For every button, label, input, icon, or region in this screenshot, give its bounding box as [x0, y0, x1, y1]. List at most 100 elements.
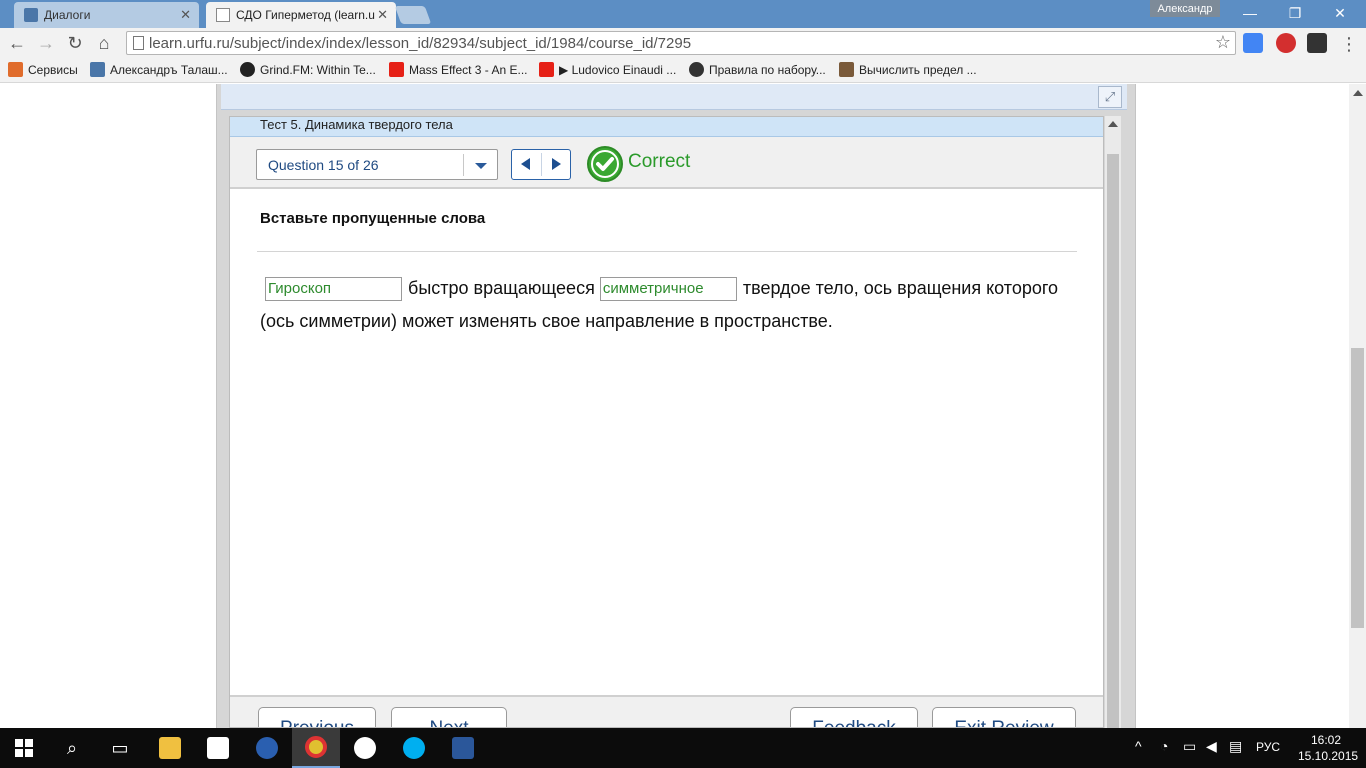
scrollbar-thumb[interactable]	[1351, 348, 1364, 628]
restore-icon[interactable]: ❐	[1275, 2, 1315, 24]
chrome-icon[interactable]	[292, 728, 340, 768]
chevron-up-icon[interactable]: ^	[1135, 738, 1142, 754]
feedback-button[interactable]: Feedback	[790, 707, 918, 727]
question-body: Гироскоп быстро вращающееся симметричное…	[260, 272, 1060, 338]
chevron-down-icon[interactable]	[475, 163, 487, 169]
fullscreen-icon[interactable]: ⤢	[1098, 86, 1122, 108]
next-button[interactable]: Next	[391, 707, 507, 727]
player-scrollbar[interactable]	[1105, 116, 1121, 728]
page-icon	[133, 36, 144, 50]
window-scrollbar[interactable]	[1349, 84, 1366, 728]
answer-field-2[interactable]: симметричное	[599, 277, 737, 301]
close-icon[interactable]: ✕	[180, 7, 191, 23]
paw-icon	[240, 62, 255, 77]
quiz-title-bar: Тест 5. Динамика твердого тела	[230, 117, 1103, 137]
menu-icon[interactable]: ⋮	[1338, 33, 1360, 55]
scrollbar-thumb[interactable]	[1107, 154, 1119, 728]
notifications-icon[interactable]: ▤	[1229, 738, 1242, 755]
bookmark-einaudi[interactable]: ▶ Ludovico Einaudi ...	[539, 62, 676, 77]
bookmark-star-icon[interactable]: ☆	[1215, 32, 1231, 53]
divider	[463, 154, 464, 176]
quiz-player: Тест 5. Динамика твердого тела Question …	[229, 116, 1104, 728]
exit-review-button[interactable]: Exit Review	[932, 707, 1076, 727]
close-icon[interactable]: ✕	[377, 7, 388, 23]
vk-icon	[90, 62, 105, 77]
globe-icon	[689, 62, 704, 77]
forward-icon[interactable]: →	[35, 32, 57, 54]
translate-icon[interactable]	[1243, 33, 1263, 53]
home-icon[interactable]: ⌂	[93, 32, 115, 54]
bookmark-rules[interactable]: Правила по набору...	[689, 62, 826, 77]
prev-question-button[interactable]	[512, 150, 541, 179]
tab-sdo[interactable]: СДО Гиперметод (learn.u ✕	[206, 2, 396, 28]
new-tab-button[interactable]	[394, 6, 432, 24]
bookmark-limit[interactable]: Вычислить предел ...	[839, 62, 977, 77]
vk-icon	[24, 8, 38, 22]
checkmark-icon	[587, 146, 623, 182]
bookmark-label: Александръ Талаш...	[110, 62, 228, 77]
minimize-icon[interactable]: —	[1230, 2, 1270, 24]
wifi-icon[interactable]: ◔	[1160, 738, 1168, 754]
adblock-icon[interactable]	[1276, 33, 1296, 53]
bookmark-label: Вычислить предел ...	[859, 62, 977, 77]
apps-icon	[8, 62, 23, 77]
search-icon[interactable]: ⌕	[48, 728, 96, 768]
scroll-up-icon[interactable]	[1353, 90, 1363, 96]
volume-icon[interactable]: ◀	[1206, 738, 1217, 755]
tab-title: Диалоги	[44, 8, 91, 22]
answer-field-1[interactable]: Гироскоп	[265, 277, 402, 301]
quiz-footer: Previous Next Feedback Exit Review	[230, 695, 1103, 727]
bookmark-mass-effect[interactable]: Mass Effect 3 - An E...	[389, 62, 528, 77]
battery-icon[interactable]: ▭	[1183, 738, 1196, 755]
quiz-title: Тест 5. Динамика твердого тела	[260, 117, 453, 132]
scroll-up-icon[interactable]	[1108, 121, 1118, 127]
bookmark-label: Grind.FM: Within Te...	[260, 62, 376, 77]
clock-time[interactable]: 16:02	[1311, 733, 1341, 747]
tab-dialogs[interactable]: Диалоги ✕	[14, 2, 199, 28]
window-close-icon[interactable]: ✕	[1320, 2, 1360, 24]
divider	[257, 251, 1077, 252]
youtube-icon	[389, 62, 404, 77]
extension-icon[interactable]	[1307, 33, 1327, 53]
bookmark-grindfm[interactable]: Grind.FM: Within Te...	[240, 62, 376, 77]
arrow-right-icon	[552, 158, 561, 170]
task-view-icon[interactable]: ▭	[96, 728, 144, 768]
bookmarks-bar: Сервисы Александръ Талаш... Grind.FM: Wi…	[0, 58, 1366, 83]
browser-titlebar: Диалоги ✕ СДО Гиперметод (learn.u ✕ Алек…	[0, 0, 1366, 28]
question-selector-label: Question 15 of 26	[268, 157, 379, 173]
quiz-header: Question 15 of 26 Correct	[230, 137, 1103, 189]
question-text-part-1: быстро вращающееся	[408, 278, 595, 298]
frame-top-strip	[221, 84, 1127, 110]
bookmark-vk[interactable]: Александръ Талаш...	[90, 62, 228, 77]
youtube-icon	[539, 62, 554, 77]
bookmark-label: Mass Effect 3 - An E...	[409, 62, 528, 77]
language-indicator[interactable]: РУС	[1256, 740, 1280, 754]
address-bar[interactable]: learn.urfu.ru/subject/index/index/lesson…	[126, 31, 1236, 55]
bookmark-label: Правила по набору...	[709, 62, 826, 77]
page-icon	[216, 8, 230, 22]
bookmark-label: Сервисы	[28, 62, 78, 77]
word-icon[interactable]	[439, 728, 487, 768]
question-selector[interactable]: Question 15 of 26	[256, 149, 498, 180]
back-icon[interactable]: ←	[6, 32, 28, 54]
reload-icon[interactable]: ↻	[64, 32, 86, 54]
help-icon[interactable]	[243, 728, 291, 768]
person-icon	[839, 62, 854, 77]
bookmark-label: ▶ Ludovico Einaudi ...	[559, 62, 677, 77]
previous-button[interactable]: Previous	[258, 707, 376, 727]
next-question-button[interactable]	[542, 150, 571, 179]
page-content: ⤢ Тест 5. Динамика твердого тела Questio…	[0, 84, 1366, 728]
arrow-left-icon	[521, 158, 530, 170]
store-icon[interactable]	[194, 728, 242, 768]
status-label: Correct	[628, 151, 691, 172]
clock-date[interactable]: 15.10.2015	[1298, 749, 1358, 763]
bookmark-services[interactable]: Сервисы	[8, 62, 78, 77]
skype-icon[interactable]	[390, 728, 438, 768]
itunes-icon[interactable]	[341, 728, 389, 768]
url-text: learn.urfu.ru/subject/index/index/lesson…	[149, 35, 692, 52]
question-nav	[511, 149, 571, 180]
tab-title: СДО Гиперметод (learn.u	[236, 8, 375, 22]
windows-start-icon[interactable]	[0, 728, 48, 768]
file-explorer-icon[interactable]	[146, 728, 194, 768]
profile-badge[interactable]: Александр	[1150, 0, 1220, 17]
